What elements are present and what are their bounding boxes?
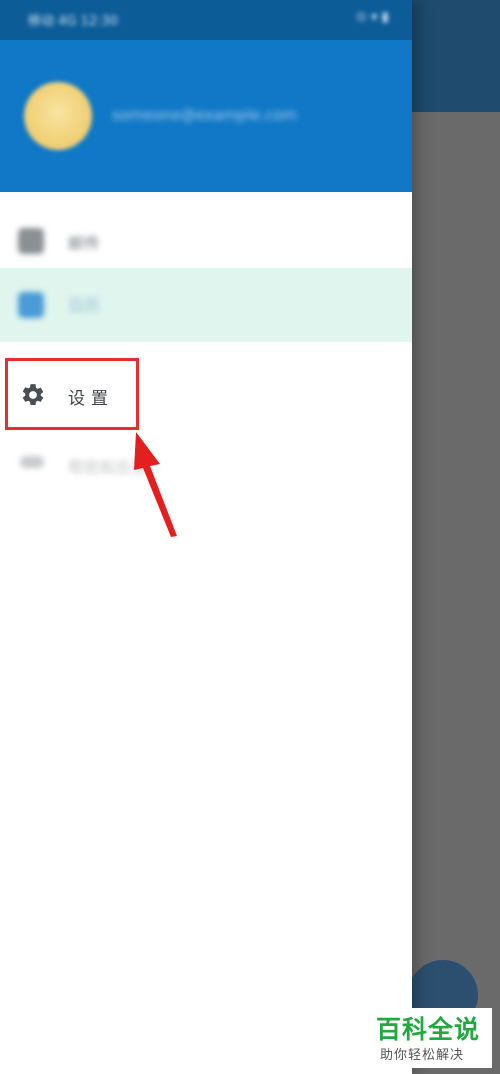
watermark-title: 百科全说 xyxy=(376,1015,481,1044)
annotation-arrow xyxy=(134,432,177,537)
watermark-logo: 百科全说 助你轻松解决 xyxy=(370,1008,492,1068)
watermark-subtitle: 助你轻松解决 xyxy=(380,1048,465,1063)
screen: 移动 4G 12:30 ⊙ ▾ ▮ someone@example.com 邮件… xyxy=(0,0,500,1074)
